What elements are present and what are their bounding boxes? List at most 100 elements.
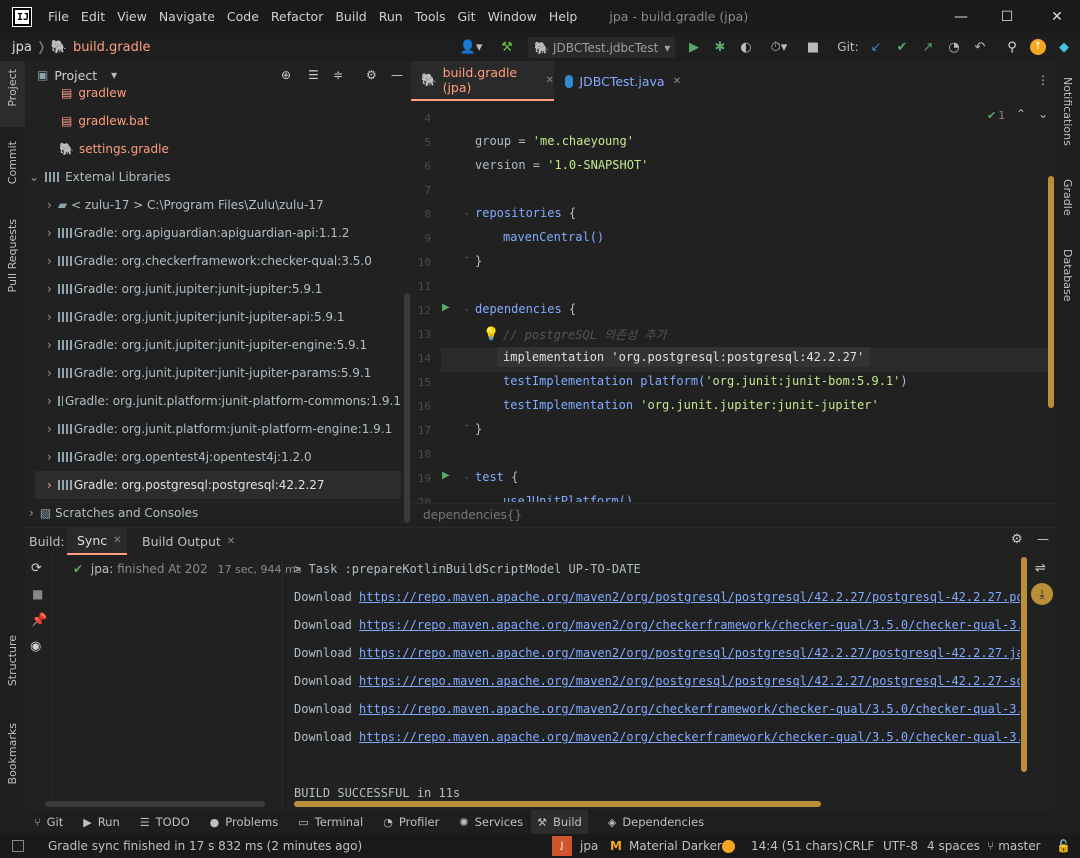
close-icon[interactable]: ✕ [546, 75, 554, 86]
menu-refactor[interactable]: Refactor [265, 9, 329, 24]
code-comment[interactable]: // postgreSQL 의존성 추가 [503, 326, 667, 343]
run-configuration-select[interactable]: 🐘 JDBCTest.jdbcTest ▾ [528, 37, 675, 58]
download-link[interactable]: https://repo.maven.apache.org/maven2/org… [359, 618, 1020, 632]
hammer-build-icon[interactable]: ⚒ [496, 33, 518, 61]
inspection-ok-icon[interactable]: ✔ 1 [987, 109, 1005, 122]
editor-breadcrumb[interactable]: dependencies{} [423, 508, 522, 522]
gradle-tool-button[interactable]: Gradle [1061, 179, 1074, 216]
status-branch[interactable]: ⑂ master [987, 834, 1041, 858]
build-tool-button[interactable]: ⚒ Build [531, 810, 588, 834]
todo-tool-button[interactable]: ☰ TODO [140, 815, 190, 829]
pull-requests-tool-button[interactable]: Pull Requests [6, 219, 19, 292]
notifications-tool-button[interactable]: Notifications [1061, 77, 1074, 146]
toolbox-icon[interactable]: ◆ [1054, 33, 1074, 61]
code-line[interactable]: testImplementation platform('org.junit:j… [503, 374, 908, 388]
menu-edit[interactable]: Edit [75, 9, 111, 24]
menu-help[interactable]: Help [543, 9, 584, 24]
stop-icon[interactable]: ■ [804, 33, 822, 61]
sync-tree-item[interactable]: ✔ jpa: finished At 202 17 sec, 944 ms [73, 562, 301, 576]
status-theme-indicator[interactable] [722, 834, 735, 858]
tree-item-gradlew-bat[interactable]: ▤ gradlew.bat [25, 107, 401, 135]
fold-icon[interactable]: ⌃ [463, 256, 471, 266]
tab-sync[interactable]: Sync ✕ [67, 527, 127, 555]
eye-icon[interactable]: ◉ [30, 639, 41, 654]
download-link[interactable]: https://repo.maven.apache.org/maven2/org… [359, 590, 1020, 604]
next-highlight-icon[interactable]: ⌄ [1038, 107, 1048, 121]
history-icon[interactable]: ◔ [944, 33, 964, 61]
tree-item-library[interactable]: › Gradle: org.junit.jupiter:junit-jupite… [25, 275, 401, 303]
tree-item-library-selected[interactable]: › Gradle: org.postgresql:postgresql:42.2… [35, 471, 401, 499]
previous-highlight-icon[interactable]: ⌃ [1016, 107, 1026, 121]
run-gutter-icon[interactable]: ▶ [442, 470, 450, 481]
tab-build-gradle[interactable]: 🐘 build.gradle (jpa) ✕ [411, 61, 554, 101]
tree-item-scratches[interactable]: › ▧ Scratches and Consoles [25, 499, 401, 527]
more-tabs-icon[interactable]: ⋮ [1037, 73, 1049, 87]
breadcrumb-file[interactable]: build.gradle [73, 40, 151, 55]
status-theme[interactable]: Material Darker [629, 834, 722, 858]
structure-tool-button[interactable]: Structure [6, 635, 19, 686]
code-line[interactable]: } [475, 254, 482, 268]
problems-tool-button[interactable]: ● Problems [210, 815, 279, 829]
fold-icon[interactable]: ⌄ [463, 472, 471, 482]
download-link[interactable]: https://repo.maven.apache.org/maven2/org… [359, 702, 1020, 716]
profiler-tool-button[interactable]: ◔ Profiler [383, 815, 439, 829]
download-link[interactable]: https://repo.maven.apache.org/maven2/org… [359, 730, 1020, 744]
menu-build[interactable]: Build [329, 9, 372, 24]
download-link[interactable]: https://repo.maven.apache.org/maven2/org… [359, 646, 1020, 660]
tree-item-library[interactable]: › Gradle: org.junit.jupiter:junit-jupite… [25, 331, 401, 359]
lock-icon[interactable]: 🔓 [1056, 834, 1071, 858]
fold-icon[interactable]: ⌄ [463, 208, 471, 218]
status-caret-position[interactable]: 14:4 (51 chars) [751, 834, 843, 858]
tree-item-library[interactable]: › Gradle: org.junit.platform:junit-platf… [25, 387, 401, 415]
tree-item-external-libraries[interactable]: ⌄ External Libraries [25, 163, 401, 191]
menu-view[interactable]: View [111, 9, 153, 24]
tab-jdbctest-java[interactable]: JDBCTest.java ✕ [561, 61, 681, 101]
status-indent[interactable]: 4 spaces [927, 834, 980, 858]
menu-code[interactable]: Code [221, 9, 265, 24]
pin-icon[interactable]: 📌 [31, 613, 47, 628]
tree-scrollbar[interactable] [45, 801, 265, 807]
soft-wrap-icon[interactable]: ⇌ [1035, 561, 1046, 576]
git-tool-button[interactable]: ⑂ Git [34, 815, 63, 829]
user-icon[interactable]: 👤▾ [456, 33, 486, 61]
services-tool-button[interactable]: ✺ Services [459, 815, 523, 829]
rollback-icon[interactable]: ↶ [970, 33, 990, 61]
dependencies-tool-button[interactable]: ◈ Dependencies [608, 815, 704, 829]
menu-file[interactable]: File [42, 9, 75, 24]
download-link[interactable]: https://repo.maven.apache.org/maven2/org… [359, 674, 1020, 688]
git-update-icon[interactable]: ↙ [866, 33, 886, 61]
tree-item-library[interactable]: › Gradle: org.junit.jupiter:junit-jupite… [25, 359, 401, 387]
tree-item-library[interactable]: › Gradle: org.apiguardian:apiguardian-ap… [25, 219, 401, 247]
debug-icon[interactable]: ✱ [710, 33, 730, 61]
tree-item-gradlew[interactable]: ▤ gradlew [25, 80, 401, 106]
fold-icon[interactable]: ⌃ [463, 424, 471, 434]
menu-navigate[interactable]: Navigate [153, 9, 221, 24]
search-icon[interactable]: ⚲ [1002, 33, 1022, 61]
minimize-icon[interactable]: — [938, 0, 984, 33]
menu-git[interactable]: Git [452, 9, 482, 24]
tool-windows-icon[interactable] [12, 840, 24, 852]
code-line[interactable]: } [475, 422, 482, 436]
tree-item-jdk[interactable]: › ▰ < zulu-17 > C:\Program Files\Zulu\zu… [25, 191, 401, 219]
code-line[interactable]: version = '1.0-SNAPSHOT' [475, 158, 648, 172]
code-line[interactable]: repositories { [475, 206, 576, 220]
sync-icon[interactable]: ⟳ [31, 561, 42, 576]
profile-icon[interactable]: ⏱▾ [762, 33, 796, 61]
git-push-icon[interactable]: ↗ [918, 33, 938, 61]
code-line[interactable]: useJUnitPlatform() [503, 494, 633, 502]
run-gutter-icon[interactable]: ▶ [442, 302, 450, 313]
status-encoding[interactable]: UTF-8 [883, 834, 918, 858]
tree-item-library[interactable]: › Gradle: org.opentest4j:opentest4j:1.2.… [25, 443, 401, 471]
status-project[interactable]: jpa [580, 834, 598, 858]
status-line-separator[interactable]: CRLF [844, 834, 874, 858]
bookmarks-tool-button[interactable]: Bookmarks [6, 723, 19, 784]
gear-icon[interactable]: ⚙ [1011, 532, 1023, 547]
run-icon[interactable]: ▶ [684, 33, 704, 61]
tab-build-output[interactable]: Build Output ✕ [142, 527, 235, 555]
commit-tool-button[interactable]: Commit [6, 141, 19, 184]
menu-tools[interactable]: Tools [409, 9, 452, 24]
fold-icon[interactable]: ⌄ [463, 304, 471, 314]
code-line[interactable]: mavenCentral() [503, 230, 604, 244]
coverage-icon[interactable]: ◐ [736, 33, 756, 61]
code-line[interactable]: testImplementation 'org.junit.jupiter:ju… [503, 398, 879, 412]
